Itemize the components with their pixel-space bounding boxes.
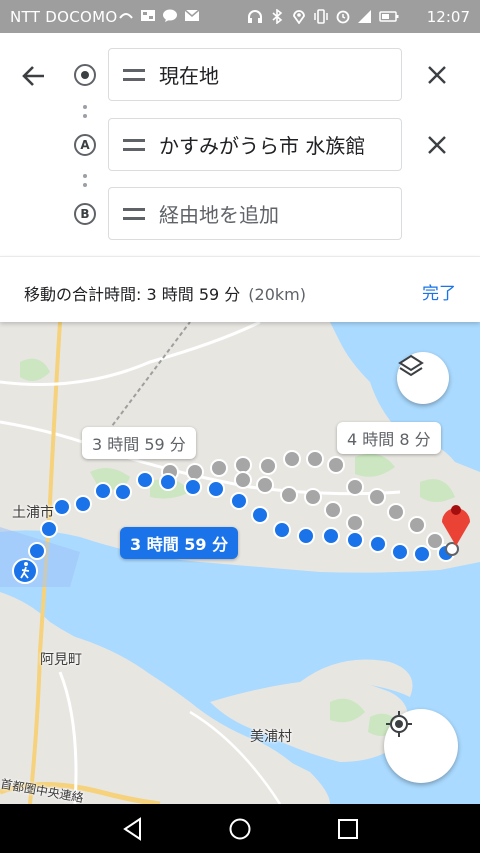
signal-app-icon — [118, 8, 134, 23]
origin-marker-icon — [74, 64, 96, 86]
stop-a-text: かすみがうら市 水族館 — [159, 134, 366, 158]
triangle-back-icon — [123, 817, 141, 841]
drag-handle-icon[interactable] — [123, 139, 145, 151]
drag-handle-icon[interactable] — [123, 208, 145, 220]
selected-route-time-label[interactable]: 3 時間 59 分 — [120, 527, 239, 559]
route-summary-bar: 移動の合計時間: 3 時間 59 分 (20km) 完了 — [0, 256, 480, 322]
route-panel: 現在地 A かすみがうら市 水族館 B 経由地を追加 — [0, 33, 480, 255]
stop-b-marker-icon: B — [74, 203, 96, 225]
remove-stop-a-close-icon[interactable] — [424, 132, 450, 158]
back-nav-button[interactable] — [120, 816, 146, 842]
my-location-button[interactable] — [384, 709, 458, 783]
image-icon — [140, 8, 156, 23]
map-label-tsuchiura: 土浦市 — [12, 505, 54, 521]
stop-a-row: A かすみがうら市 水族館 — [0, 118, 480, 172]
home-nav-button[interactable] — [227, 816, 253, 842]
status-bar: NTT DOCOMO 12:07 — [0, 0, 480, 33]
layers-icon — [398, 354, 424, 377]
drag-handle-icon[interactable] — [123, 69, 145, 81]
location-icon — [291, 9, 307, 25]
alarm-icon — [335, 9, 351, 24]
route-option-time-label[interactable]: 4 時間 8 分 — [337, 422, 441, 454]
map-label-ami: 阿見町 — [40, 652, 82, 668]
stop-a-marker-icon: A — [74, 134, 96, 156]
vibrate-icon — [313, 9, 329, 24]
chat-icon — [162, 8, 178, 23]
total-time: 移動の合計時間: 3 時間 59 分 — [24, 285, 241, 304]
stop-b-row: B 経由地を追加 — [0, 187, 480, 241]
navigation-bar — [0, 804, 480, 853]
walking-person-icon — [12, 558, 38, 584]
stop-a-field[interactable]: かすみがうら市 水族館 — [108, 118, 402, 171]
layers-button[interactable] — [397, 352, 449, 404]
battery-icon — [379, 9, 399, 24]
done-button[interactable]: 完了 — [422, 279, 456, 304]
origin-field[interactable]: 現在地 — [108, 48, 402, 101]
clock: 12:07 — [426, 8, 470, 26]
map-view[interactable]: 土浦市 阿見町 美浦村 首都圏中央連絡 3 時間 59 分 4 時間 8 分 3… — [0, 322, 480, 804]
add-stop-placeholder: 経由地を追加 — [159, 203, 279, 227]
recents-nav-button[interactable] — [335, 816, 361, 842]
carrier-label: NTT DOCOMO — [10, 8, 118, 26]
bluetooth-icon — [269, 8, 285, 25]
network-4g-icon — [357, 9, 373, 24]
map-label-miho: 美浦村 — [250, 729, 292, 745]
origin-row: 現在地 — [0, 48, 480, 102]
route-option-time-label[interactable]: 3 時間 59 分 — [82, 427, 196, 459]
distance: (20km) — [248, 285, 306, 304]
circle-home-icon — [229, 818, 251, 840]
square-recents-icon — [338, 819, 358, 839]
my-location-icon — [386, 711, 412, 737]
remove-origin-close-icon[interactable] — [424, 62, 450, 88]
add-stop-field[interactable]: 経由地を追加 — [108, 187, 402, 240]
mail-icon — [184, 8, 200, 23]
headset-icon — [247, 9, 263, 24]
origin-text: 現在地 — [159, 64, 219, 88]
